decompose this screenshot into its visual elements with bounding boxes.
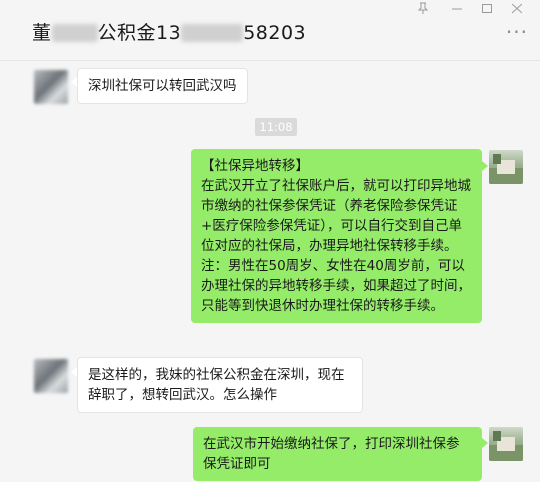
window-controls [416, 2, 526, 18]
message-bubble-incoming[interactable]: 深圳社保可以转回武汉吗 [77, 68, 248, 104]
redacted-block [181, 24, 244, 42]
minimize-icon[interactable] [452, 2, 462, 18]
chat-title-middle: 公积金13 [97, 22, 182, 44]
maximize-icon[interactable] [482, 2, 492, 18]
redacted-block [51, 24, 98, 42]
chat-title: 董 公积金13 58203 [32, 18, 306, 45]
timestamp: 11:08 [255, 118, 297, 136]
self-avatar[interactable] [489, 427, 523, 461]
contact-avatar[interactable] [34, 359, 68, 393]
message-bubble-outgoing[interactable]: 【社保异地转移】 在武汉开立了社保账户后，就可以打印异地城市缴纳的社保参保凭证（… [191, 149, 482, 323]
message-bubble-outgoing[interactable]: 在武汉市开始缴纳社保了，打印深圳社保参保凭证即可 [193, 427, 482, 481]
chat-title-suffix: 58203 [243, 22, 307, 44]
bubble-tail [482, 161, 488, 171]
self-avatar[interactable] [489, 150, 523, 184]
message-bubble-incoming[interactable]: 是这样的，我妹的社保公积金在深圳，现在辞职了，想转回武汉。怎么操作 [77, 357, 363, 413]
more-options-button[interactable]: ··· [506, 22, 528, 42]
contact-avatar[interactable] [34, 70, 68, 104]
close-icon[interactable] [511, 2, 523, 18]
bubble-tail [482, 438, 488, 448]
pin-icon[interactable] [417, 2, 429, 18]
chat-header: 董 公积金13 58203 ··· [0, 0, 540, 61]
chat-title-prefix: 董 [32, 22, 52, 44]
